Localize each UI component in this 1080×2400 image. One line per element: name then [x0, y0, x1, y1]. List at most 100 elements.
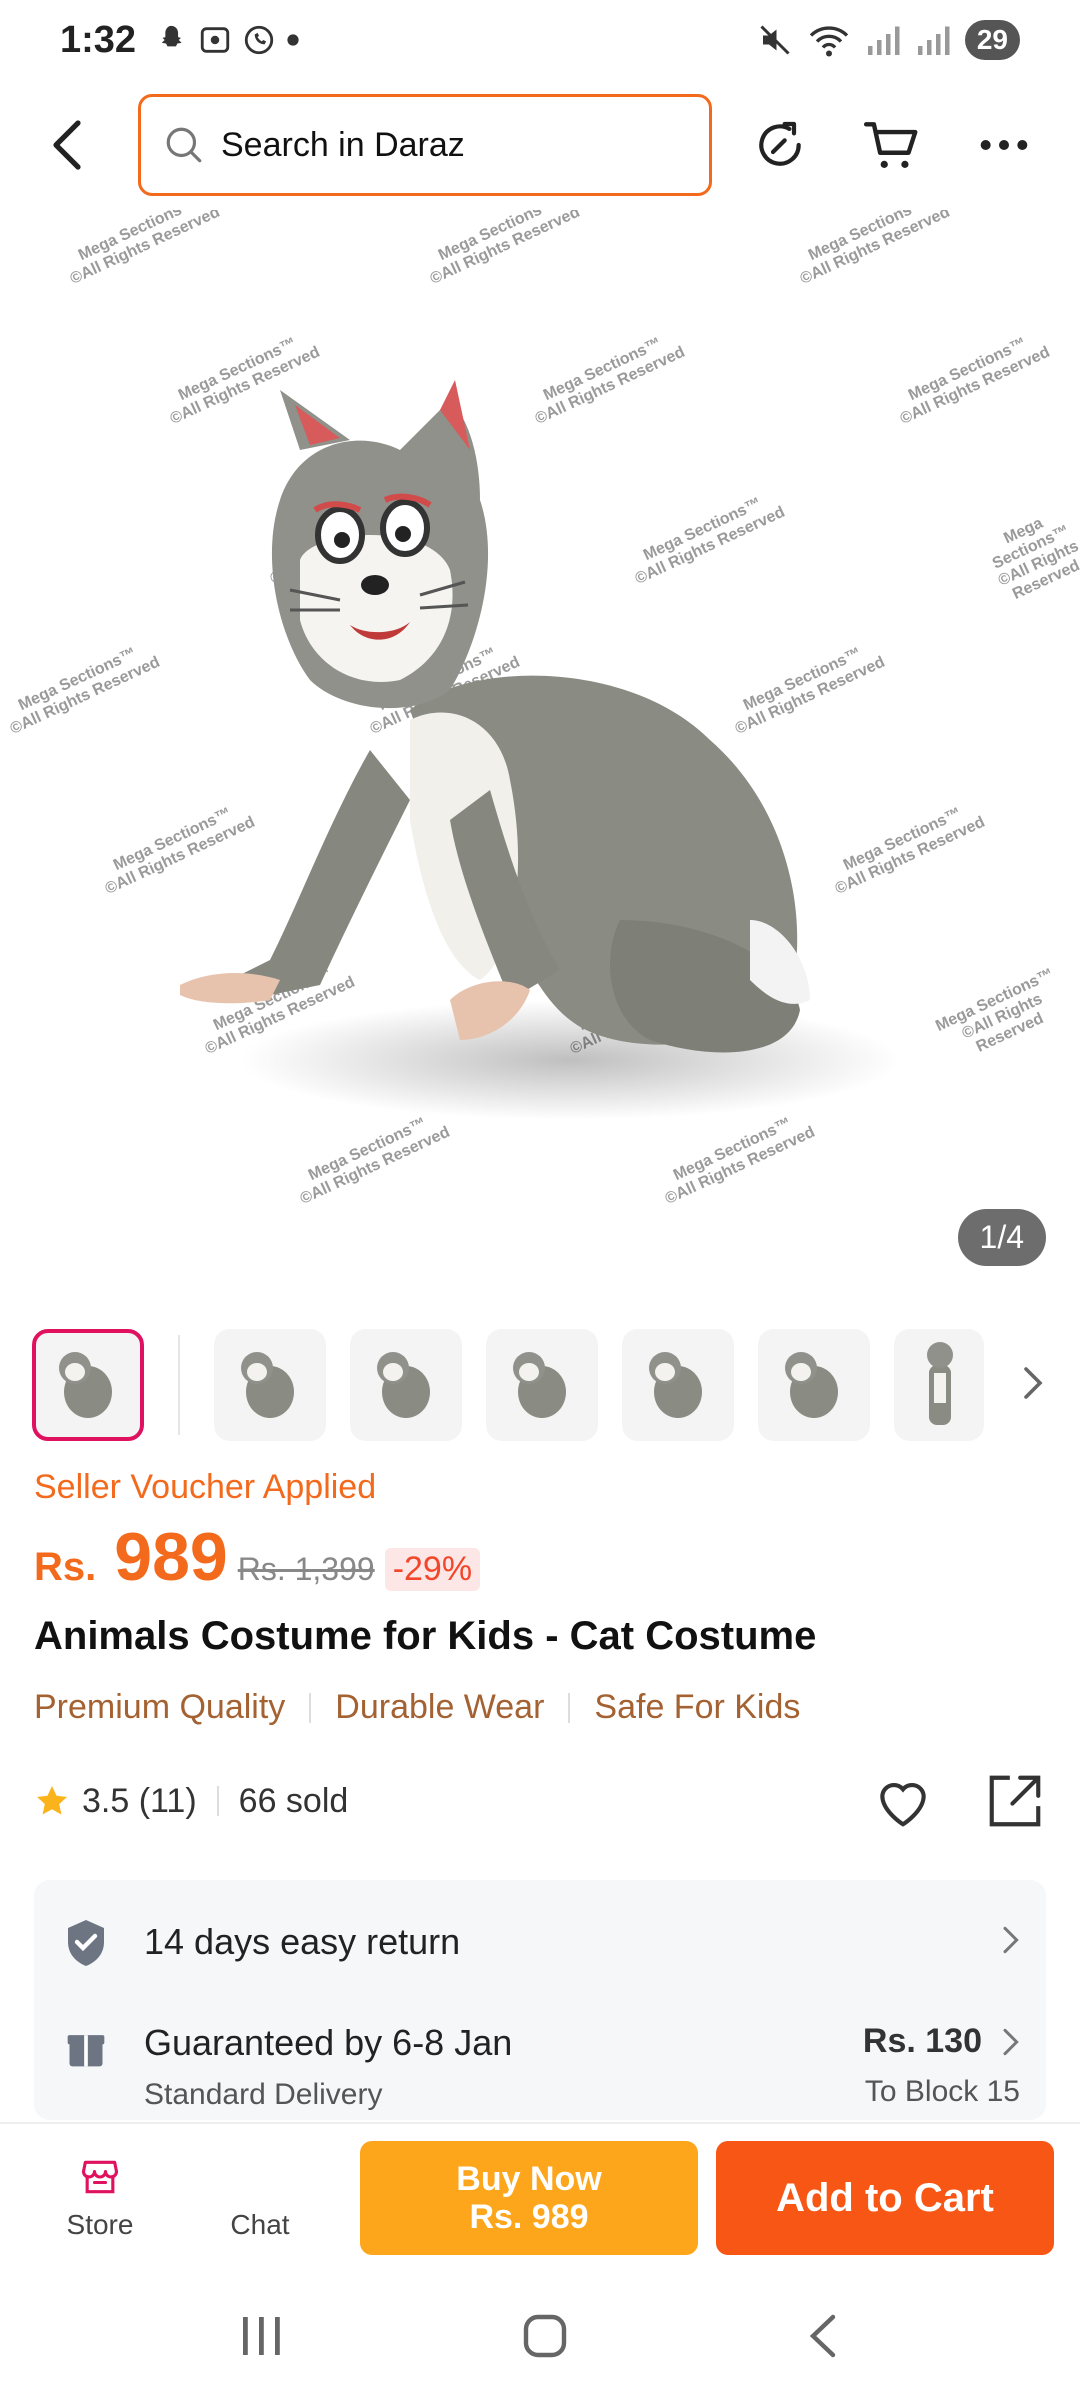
mute-icon [760, 25, 790, 55]
search-box[interactable] [138, 94, 712, 196]
watermark: Mega Sections™©All Rights Reserved [890, 327, 1053, 428]
buy-now-price: Rs. 989 [469, 2198, 589, 2236]
tag-premium-quality: Premium Quality [34, 1688, 286, 1726]
store-label: Store [66, 2209, 134, 2240]
chat-label: Chat [230, 2209, 290, 2240]
whatsapp-icon [244, 25, 274, 55]
share-arrow-button[interactable] [744, 109, 816, 181]
chevron-right-icon [1024, 1366, 1043, 1399]
tag-divider [568, 1692, 571, 1723]
tag-divider [309, 1692, 312, 1723]
tag-durable-wear: Durable Wear [335, 1688, 545, 1726]
screenshot-icon [200, 27, 230, 53]
store-icon [81, 2160, 119, 2194]
delivery-price-line: Rs. 130 [863, 2022, 1020, 2061]
return-chevron [1000, 1925, 1020, 1960]
thumbnail-image [513, 1352, 566, 1418]
thumbnail-image [785, 1352, 838, 1418]
tag-safe-for-kids: Safe For Kids [594, 1688, 801, 1726]
back-arrow-icon [53, 120, 81, 170]
sold-count: 66 sold [238, 1781, 349, 1820]
recent-apps-icon[interactable] [237, 2313, 287, 2359]
return-policy-text: 14 days easy return [144, 1921, 461, 1962]
share-icon[interactable] [984, 1770, 1046, 1832]
chevron-right-icon [1003, 1926, 1019, 1953]
snapchat-icon [161, 25, 182, 47]
discount-badge: -29% [384, 1548, 481, 1591]
chevron-right-icon [1003, 2028, 1019, 2055]
search-icon [166, 127, 202, 163]
gift-box-icon [60, 2022, 112, 2074]
rating-row: 3.5 (11) 66 sold [34, 1770, 1046, 1832]
notification-dot-icon [287, 34, 299, 46]
rating-value[interactable]: 3.5 (11) [82, 1782, 197, 1821]
bottom-action-bar: Store Chat Buy Now Rs. 989 Add to Cart [0, 2122, 1080, 2272]
star-icon [37, 1786, 67, 1815]
thumbnail-4[interactable] [486, 1329, 598, 1441]
header [0, 90, 1080, 200]
thumbnail-next-button[interactable] [1020, 1365, 1044, 1406]
watermark: Mega Sections™©All Rights Reserved [921, 960, 1080, 1074]
signal-icon-2 [917, 26, 950, 55]
more-dots-icon [980, 140, 1028, 150]
header-actions [744, 109, 1052, 181]
watermark: Mega Sections™©All Rights Reserved [420, 210, 583, 289]
shield-check-icon [60, 1916, 112, 1968]
more-options-button[interactable] [968, 109, 1040, 181]
status-time: 1:32 [60, 18, 137, 61]
delivery-date: Guaranteed by 6-8 Jan [144, 2022, 513, 2063]
back-button[interactable] [28, 105, 108, 185]
thumbnail-strip [0, 1325, 1080, 1445]
buy-now-button[interactable]: Buy Now Rs. 989 [360, 2141, 698, 2255]
thumbnail-3[interactable] [350, 1329, 462, 1441]
delivery-price-block: Rs. 130 To Block 15 [863, 2022, 1020, 2109]
price-original: Rs. 1,399 [237, 1551, 375, 1587]
product-title: Animals Costume for Kids - Cat Costume [34, 1614, 817, 1658]
delivery-info-card: 14 days easy return Guaranteed by 6-8 Ja… [34, 1880, 1046, 2120]
thumbnail-image [241, 1352, 294, 1418]
system-nav-bar [0, 2272, 1080, 2400]
thumbnail-1[interactable] [32, 1329, 144, 1441]
thumbnail-image [59, 1352, 112, 1418]
return-policy-row[interactable]: 14 days easy return [34, 1916, 1046, 1968]
rating-actions [872, 1770, 1046, 1832]
heart-icon[interactable] [872, 1772, 934, 1830]
thumbnail-image [377, 1352, 430, 1418]
thumbnail-divider [178, 1335, 180, 1435]
thumbnail-image [649, 1352, 702, 1418]
watermark: Mega Sections™©All Rights Reserved [790, 210, 953, 289]
cart-icon [863, 122, 918, 168]
back-nav-icon[interactable] [803, 2311, 843, 2361]
product-image-gallery[interactable]: Mega Sections™ ©All Rights Reserved Mega … [0, 210, 1080, 1290]
battery-indicator: 29 [964, 20, 1020, 60]
refresh-share-icon [759, 121, 801, 166]
delivery-text-block: Guaranteed by 6-8 Jan Standard Delivery [144, 2022, 512, 2112]
watermark: Mega Sections™©All Rights Reserved [0, 637, 163, 738]
chat-button[interactable]: Chat [180, 2155, 340, 2241]
home-icon[interactable] [520, 2311, 570, 2361]
store-button[interactable]: Store [20, 2155, 180, 2241]
status-icons-left [154, 23, 300, 57]
thumbnail-7[interactable] [894, 1329, 984, 1441]
delivery-row[interactable]: Guaranteed by 6-8 Jan Standard Delivery … [34, 2022, 1046, 2112]
status-icons-right: 29 [757, 20, 1020, 60]
add-to-cart-button[interactable]: Add to Cart [716, 2141, 1054, 2255]
buy-now-label: Buy Now [456, 2160, 602, 2198]
delivery-destination: To Block 15 [864, 2075, 1020, 2108]
watermark: Mega Sections™©All Rights Reserved [60, 210, 223, 289]
cart-button[interactable] [856, 109, 928, 181]
image-counter: 1/4 [957, 1209, 1046, 1266]
thumbnail-6[interactable] [758, 1329, 870, 1441]
search-input[interactable] [221, 125, 661, 165]
delivery-price: Rs. 130 [862, 2022, 982, 2060]
voucher-label: Seller Voucher Applied [34, 1468, 377, 1506]
thumbnail-5[interactable] [622, 1329, 734, 1441]
price-row: Rs. 989 Rs. 1,399 -29% [34, 1518, 481, 1596]
product-tags: Premium Quality Durable Wear Safe For Ki… [34, 1688, 800, 1727]
thumbnail-2[interactable] [214, 1329, 326, 1441]
price-currency: Rs. [34, 1545, 97, 1589]
status-bar: 1:32 29 [0, 0, 1080, 80]
add-to-cart-label: Add to Cart [776, 2175, 994, 2220]
cat-costume-illustration [180, 380, 900, 1120]
watermark: Mega Sections™©All Rights Reserved [979, 504, 1080, 607]
